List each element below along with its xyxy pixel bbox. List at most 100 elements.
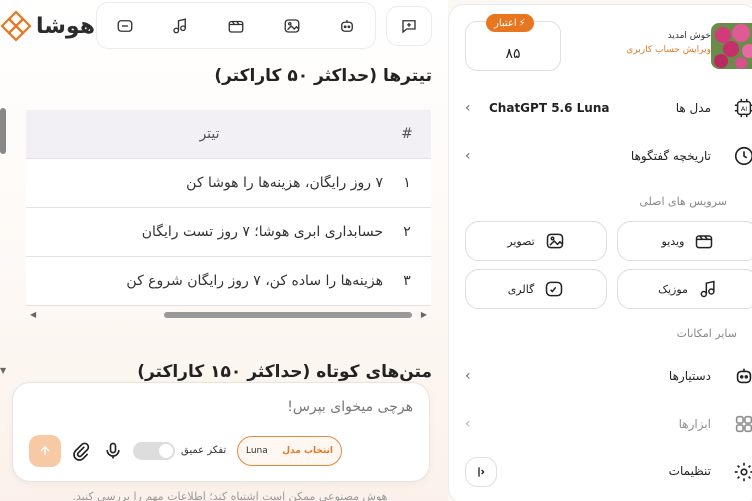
deep-think-label: تفکر عمیق — [181, 445, 227, 456]
lightning-icon: ⚡ — [518, 17, 526, 29]
chevron-left-icon: ‹ — [465, 148, 471, 164]
short-texts-heading: متن‌های کوتاه (حداکثر ۱۵۰ کاراکتر) — [137, 362, 432, 382]
attach-button[interactable] — [71, 441, 91, 461]
paperclip-icon — [73, 442, 90, 461]
assistants-label: دستیارها — [668, 369, 711, 383]
scroll-down-arrow-icon[interactable]: ▼ — [0, 366, 6, 375]
clock-icon — [734, 146, 752, 166]
tools-icon — [735, 415, 752, 433]
image-icon — [546, 233, 563, 249]
new-chat-button[interactable] — [386, 6, 432, 46]
table-row: حسابداری ابری هوشا؛ ۷ روز تست رایگان ۲ — [26, 208, 431, 257]
robot-icon — [736, 368, 752, 384]
titles-heading: تیترها (حداکثر ۵۰ کاراکتر) — [214, 66, 432, 86]
settings-label[interactable]: تنظیمات — [669, 464, 711, 478]
image-label: تصویر — [507, 234, 535, 248]
history-row[interactable]: ‹ تاریخچه گفتگوها — [465, 141, 752, 171]
model-name: Luna — [246, 446, 268, 456]
new-chat-icon — [402, 20, 416, 34]
brand-name: هوشا — [36, 13, 95, 39]
models-label: مدل ها — [675, 101, 711, 115]
header-title: تیتر — [199, 126, 220, 142]
chat-composer: تفکر عمیق Luna انتخاب مدل — [12, 382, 430, 482]
video-icon — [696, 235, 713, 249]
tools-row[interactable]: ‹ ابزارها — [465, 409, 752, 439]
microphone-icon — [106, 442, 120, 459]
robot-icon — [341, 19, 354, 32]
music-icon — [173, 17, 187, 33]
chevron-left-icon: ‹ — [465, 100, 471, 116]
row-number: ۳ — [403, 273, 411, 289]
sidebar-collapse-icon — [478, 467, 485, 477]
sidebar: ⚡ اعتبار ۸۵ خوش امدید ویرایش حساب کاربری… — [448, 4, 752, 501]
service-toolbar — [96, 2, 376, 49]
music-service-button[interactable] — [164, 10, 196, 42]
history-label: تاریخچه گفتگوها — [630, 149, 711, 163]
video-service-button[interactable] — [220, 10, 252, 42]
edit-account-link[interactable]: ویرایش حساب کاربری — [626, 45, 711, 55]
image-button[interactable]: تصویر — [465, 221, 607, 261]
credit-box[interactable]: ⚡ اعتبار ۸۵ — [465, 14, 561, 71]
ai-chip-icon: AI — [734, 98, 752, 118]
row-number: ۲ — [403, 224, 411, 240]
model-select-label: انتخاب مدل — [282, 446, 333, 456]
image-service-button[interactable] — [276, 10, 308, 42]
settings-row: تنظیمات — [465, 457, 752, 487]
chevron-left-icon: ‹ — [465, 368, 471, 384]
other-features-label: سایر امکانات — [676, 327, 737, 340]
table-row: هزینه‌ها را ساده کن، ۷ روز رایگان شروع ک… — [26, 257, 431, 306]
prompt-input[interactable] — [33, 399, 413, 415]
horizontal-scrollbar[interactable]: ◀ ▶ — [26, 308, 431, 322]
credit-value: ۸۵ — [505, 46, 521, 62]
row-number: ۱ — [403, 175, 411, 191]
model-select-button[interactable]: Luna انتخاب مدل — [237, 436, 342, 466]
credit-badge: ⚡ اعتبار — [486, 14, 534, 32]
chat-service-button[interactable] — [109, 10, 141, 42]
chevron-left-icon: ‹ — [465, 416, 471, 432]
header-number: # — [401, 126, 413, 142]
assistant-service-button[interactable] — [331, 10, 363, 42]
arrow-up-icon — [40, 445, 50, 456]
brand-logo[interactable]: هوشا — [0, 8, 96, 44]
deep-think-toggle[interactable] — [133, 442, 175, 460]
models-row[interactable]: ‹ ChatGPT 5.6 Luna مدل ها AI — [465, 93, 752, 123]
gear-icon — [734, 462, 752, 482]
svg-text:AI: AI — [741, 105, 747, 113]
row-title: هزینه‌ها را ساده کن، ۷ روز رایگان شروع ک… — [126, 273, 383, 289]
credit-label: اعتبار — [494, 17, 517, 29]
send-button[interactable] — [29, 435, 61, 467]
collapse-sidebar-button[interactable] — [465, 457, 497, 487]
horizontal-scrollbar-thumb[interactable] — [164, 312, 412, 318]
gallery-button[interactable]: گالری — [465, 269, 607, 309]
table-row: ۷ روز رایگان، هزینه‌ها را هوشا کن ۱ — [26, 159, 431, 208]
current-model: ChatGPT 5.6 Luna — [489, 101, 610, 115]
scroll-left-arrow-icon[interactable]: ◀ — [30, 310, 36, 319]
image-icon — [284, 18, 300, 33]
main-services-label: سرویس های اصلی — [639, 195, 727, 208]
music-label: موزیک — [658, 282, 688, 296]
music-button[interactable]: موزیک — [617, 269, 752, 309]
assistants-row[interactable]: ‹ دستیارها — [465, 361, 752, 391]
table-header: تیتر # — [26, 110, 431, 159]
gallery-label: گالری — [507, 282, 535, 296]
disclaimer-text: هوش مصنوعی ممکن است اشتباه کند؛ اطلاعات … — [72, 490, 388, 501]
toggle-knob — [159, 444, 173, 458]
titles-table: تیتر # ۷ روز رایگان، هزینه‌ها را هوشا کن… — [26, 110, 431, 306]
avatar[interactable] — [711, 23, 752, 69]
logo-mark-icon — [0, 10, 32, 42]
video-label: ویدیو — [661, 234, 685, 248]
music-icon — [700, 280, 715, 298]
welcome-text: خوش امدید — [667, 31, 711, 41]
vertical-scrollbar-thumb[interactable] — [0, 108, 6, 154]
tools-label: ابزارها — [678, 417, 711, 431]
welcome-block: خوش امدید ویرایش حساب کاربری — [626, 31, 711, 55]
video-icon — [228, 20, 244, 33]
row-title: حسابداری ابری هوشا؛ ۷ روز تست رایگان — [141, 224, 383, 240]
gallery-icon — [546, 281, 563, 297]
main-content: هوشا ▼ تیترها (حداکثر ۵۰ کاراکتر) تیتر #… — [0, 0, 448, 501]
video-button[interactable]: ویدیو — [617, 221, 752, 261]
chat-bubble-icon — [117, 19, 133, 32]
row-title: ۷ روز رایگان، هزینه‌ها را هوشا کن — [186, 175, 383, 191]
scroll-right-arrow-icon[interactable]: ▶ — [421, 310, 427, 319]
microphone-button[interactable] — [103, 441, 123, 461]
